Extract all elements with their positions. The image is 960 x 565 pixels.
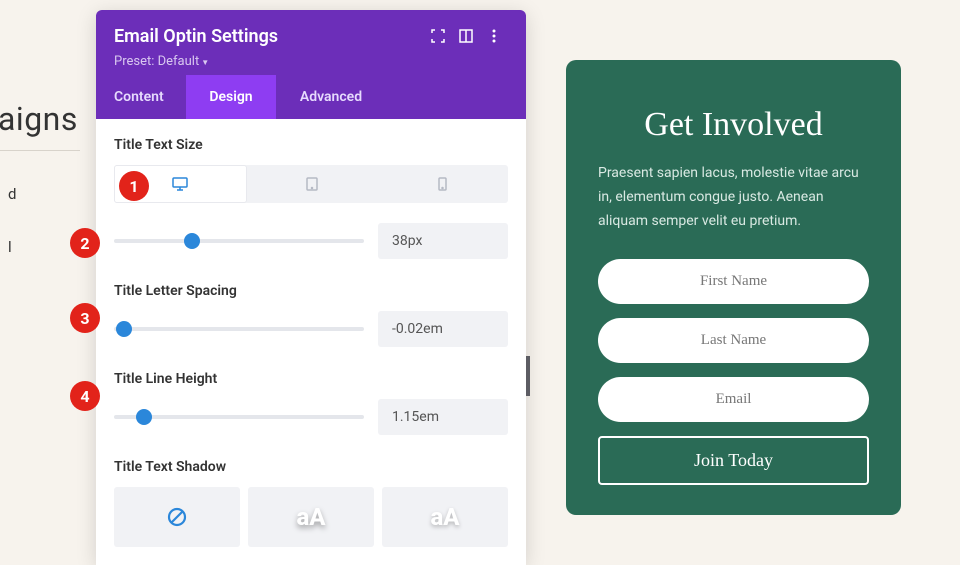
label-title-letter-spacing: Title Letter Spacing (114, 283, 508, 299)
shadow-option-1[interactable]: aA (248, 487, 374, 547)
device-tablet[interactable] (247, 165, 378, 203)
email-field[interactable]: Email (598, 377, 869, 422)
tab-advanced[interactable]: Advanced (276, 75, 386, 119)
panel-header: Email Optin Settings Preset: Default▼ (96, 10, 526, 75)
tab-design[interactable]: Design (186, 75, 276, 119)
split-view-icon[interactable] (452, 22, 480, 50)
slider-thumb[interactable] (136, 409, 152, 425)
preview-description: Praesent sapien lacus, molestie vitae ar… (598, 162, 869, 233)
divider (0, 150, 80, 151)
label-title-text-shadow: Title Text Shadow (114, 459, 508, 475)
first-name-field[interactable]: First Name (598, 259, 869, 304)
more-icon[interactable] (480, 22, 508, 50)
shadow-options: aA aA (114, 487, 508, 547)
preview-card: Get Involved Praesent sapien lacus, mole… (566, 60, 901, 515)
device-toggle (114, 165, 508, 203)
page-side-text-2: l (8, 238, 12, 256)
annotation-marker-1: 1 (119, 171, 149, 201)
preset-label: Preset: Default (114, 54, 199, 69)
focus-icon[interactable] (424, 22, 452, 50)
join-button[interactable]: Join Today (598, 436, 869, 485)
annotation-marker-4: 4 (70, 381, 100, 411)
shadow-option-2[interactable]: aA (382, 487, 508, 547)
tab-bar: Content Design Advanced (96, 75, 526, 119)
preset-selector[interactable]: Preset: Default▼ (114, 54, 508, 69)
panel-body: Title Text Size 38px Title Letter Spacin… (96, 119, 526, 565)
slider-title-text-size[interactable] (114, 239, 364, 243)
settings-panel: Email Optin Settings Preset: Default▼ Co… (96, 10, 526, 565)
device-phone[interactable] (377, 165, 508, 203)
shadow-option-none[interactable] (114, 487, 240, 547)
page-heading-fragment: aigns (0, 100, 78, 138)
slider-title-line-height[interactable] (114, 415, 364, 419)
tab-content[interactable]: Content (96, 75, 186, 119)
value-title-letter-spacing[interactable]: -0.02em (378, 311, 508, 347)
label-title-line-height: Title Line Height (114, 371, 508, 387)
preview-title: Get Involved (598, 106, 869, 144)
annotation-marker-3: 3 (70, 303, 100, 333)
last-name-field[interactable]: Last Name (598, 318, 869, 363)
resize-handle[interactable] (526, 356, 530, 396)
annotation-marker-2: 2 (70, 228, 100, 258)
slider-thumb[interactable] (116, 321, 132, 337)
panel-title: Email Optin Settings (114, 26, 424, 47)
page-side-text-1: d (8, 185, 16, 203)
chevron-down-icon: ▼ (201, 58, 209, 67)
value-title-line-height[interactable]: 1.15em (378, 399, 508, 435)
value-title-text-size[interactable]: 38px (378, 223, 508, 259)
slider-title-letter-spacing[interactable] (114, 327, 364, 331)
slider-thumb[interactable] (184, 233, 200, 249)
label-title-text-size: Title Text Size (114, 137, 508, 153)
